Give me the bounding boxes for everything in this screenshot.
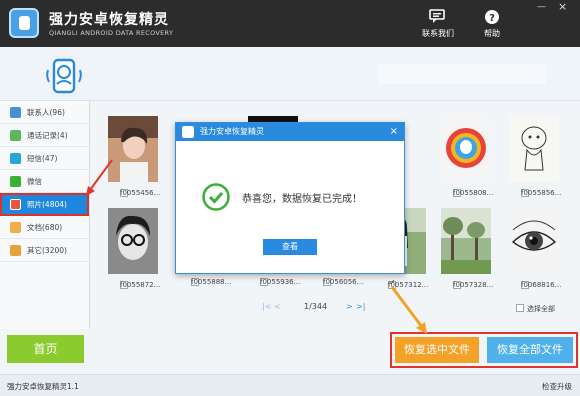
help-button[interactable]: ? 帮助 <box>472 9 512 39</box>
help-label: 帮助 <box>484 29 500 38</box>
page-indicator: 1/344 <box>304 302 328 311</box>
phone-icon <box>10 130 21 141</box>
photo-item[interactable]: f0055856... <box>505 116 563 201</box>
photo-filename: f0055936... <box>260 278 301 286</box>
dialog-title: 强力安卓恢复精灵 <box>200 127 264 136</box>
success-check-icon <box>202 183 230 211</box>
photo-filename: f0055808... <box>453 189 494 197</box>
photo-icon <box>10 199 21 210</box>
photo-item[interactable]: f0057328... <box>437 208 495 293</box>
recover-selected-button[interactable]: 恢复选中文件 <box>395 337 479 363</box>
sidebar: 联系人(96) 通话记录(4) 短信(47) 微信 照片(4804) 文档(68… <box>0 101 90 329</box>
check-update-link[interactable]: 检查升级 <box>542 381 572 392</box>
help-icon: ? <box>485 10 499 24</box>
wechat-icon <box>10 176 21 187</box>
sidebar-item-documents[interactable]: 文档(680) <box>0 216 89 239</box>
select-all[interactable]: 选择全部 <box>516 303 555 314</box>
photo-filename: f0055456... <box>120 189 161 197</box>
photo-item[interactable]: f0055456... <box>104 116 162 201</box>
dialog-close-icon[interactable]: × <box>390 123 398 141</box>
app-title: 强力安卓恢复精灵 <box>49 12 169 28</box>
version-label: 强力安卓恢复精灵1.1 <box>7 382 79 391</box>
first-page-button[interactable]: |< <box>262 302 271 311</box>
sidebar-item-label: 微信 <box>27 177 42 186</box>
sms-icon <box>10 153 21 164</box>
photo-filename: f0055888... <box>191 278 232 286</box>
photo-thumbnail <box>441 208 491 274</box>
chat-icon <box>429 9 445 23</box>
next-page-button[interactable]: > <box>346 302 353 311</box>
photo-thumbnail <box>509 116 559 182</box>
photo-thumbnail <box>509 208 559 274</box>
sidebar-item-sms[interactable]: 短信(47) <box>0 147 89 170</box>
dialog-message: 恭喜您，数据恢复已完成！ <box>242 194 362 205</box>
svg-text:?: ? <box>489 13 495 24</box>
document-icon <box>10 222 21 233</box>
status-bar: 强力安卓恢复精灵1.1 检查升级 <box>0 374 580 396</box>
dialog-header: 强力安卓恢复精灵 × <box>176 123 404 141</box>
prev-page-button[interactable]: < <box>274 302 281 311</box>
sidebar-item-call-log[interactable]: 通话记录(4) <box>0 124 89 147</box>
contact-us-button[interactable]: 联系我们 <box>418 9 458 39</box>
contacts-icon <box>10 107 21 118</box>
sidebar-item-label: 通话记录(4) <box>27 131 68 140</box>
photo-filename: f0055856... <box>521 189 562 197</box>
sidebar-item-label: 照片(4804) <box>27 200 67 209</box>
select-all-checkbox[interactable] <box>516 304 524 312</box>
photo-item[interactable]: f0055808... <box>437 116 495 201</box>
last-page-button[interactable]: >| <box>356 302 365 311</box>
sidebar-item-photos[interactable]: 照片(4804) <box>0 193 89 216</box>
sidebar-item-label: 其它(3200) <box>27 246 67 255</box>
sidebar-item-label: 短信(47) <box>27 154 58 163</box>
support-phone-icon <box>46 58 82 94</box>
title-bar: 强力安卓恢复精灵 QIANGLI ANDROID DATA RECOVERY 联… <box>0 0 580 47</box>
sidebar-item-label: 联系人(96) <box>27 108 65 117</box>
home-button[interactable]: 首页 <box>7 335 84 363</box>
photo-filename: f0068816... <box>521 281 562 289</box>
photo-filename: f0056056... <box>323 278 364 286</box>
sidebar-item-label: 文档(680) <box>27 223 63 232</box>
sidebar-item-wechat[interactable]: 微信 <box>0 170 89 193</box>
close-window-icon[interactable]: × <box>558 0 567 13</box>
photo-filename: f0055872... <box>120 281 161 289</box>
photo-thumbnail <box>441 116 491 182</box>
photo-item[interactable]: f0068816... <box>505 208 563 293</box>
banner-panel <box>378 64 546 84</box>
completion-dialog: 强力安卓恢复精灵 × 恭喜您，数据恢复已完成！ 查看 <box>175 122 405 274</box>
view-button[interactable]: 查看 <box>263 239 317 255</box>
sidebar-item-other[interactable]: 其它(3200) <box>0 239 89 262</box>
select-all-label: 选择全部 <box>527 305 555 313</box>
recover-all-button[interactable]: 恢复全部文件 <box>487 337 573 363</box>
photo-thumbnail <box>108 116 158 182</box>
sidebar-item-contacts[interactable]: 联系人(96) <box>0 101 89 124</box>
photo-filename: f0057328... <box>453 281 494 289</box>
photo-item[interactable]: f0055872... <box>104 208 162 293</box>
app-subtitle: QIANGLI ANDROID DATA RECOVERY <box>49 29 174 37</box>
minimize-icon[interactable]: — <box>537 2 546 12</box>
app-logo-icon <box>9 8 39 38</box>
photo-filename: f0057312... <box>388 281 429 289</box>
photo-thumbnail <box>108 208 158 274</box>
other-icon <box>10 245 21 256</box>
app-window: 强力安卓恢复精灵 QIANGLI ANDROID DATA RECOVERY 联… <box>0 0 580 396</box>
arrow-to-buttons <box>390 286 427 334</box>
dialog-app-icon <box>182 126 194 138</box>
contact-us-label: 联系我们 <box>422 29 454 38</box>
banner <box>0 47 580 101</box>
